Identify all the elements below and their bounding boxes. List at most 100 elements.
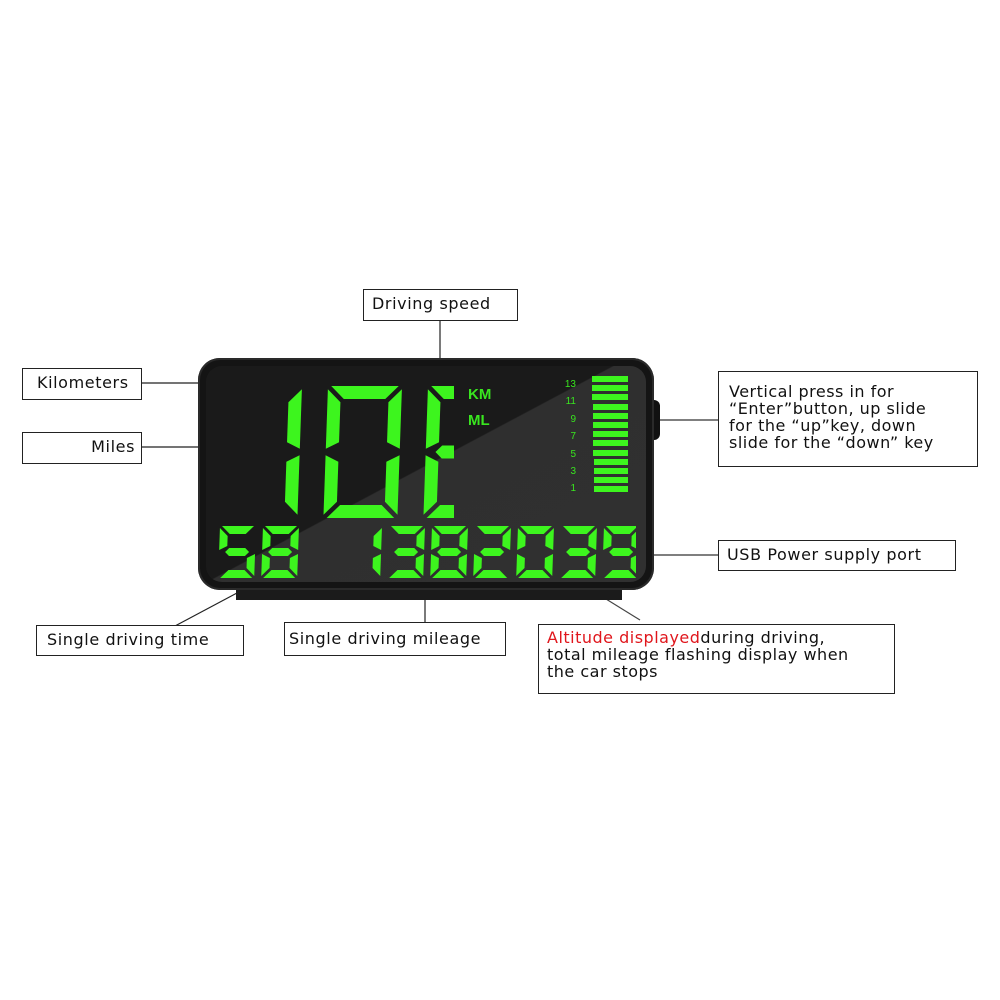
driving-mileage-digit (372, 528, 382, 576)
segment-f (262, 528, 271, 550)
segment-g (394, 548, 419, 556)
segment-g (609, 548, 634, 556)
segment-c (372, 554, 382, 576)
level-bar (592, 385, 628, 392)
segment-f (517, 528, 526, 550)
speed-display (284, 386, 454, 518)
driving-time-digit (219, 526, 256, 578)
segment-a (222, 526, 254, 534)
bar-scale-tick: 13 (564, 379, 576, 390)
segment-b (287, 389, 302, 449)
segment-f (325, 389, 341, 449)
segment-f (603, 528, 612, 550)
level-bar (592, 403, 628, 410)
hud-screen: KM ML 13 11 9 7 5 3 1 (206, 366, 646, 582)
segment-e (323, 455, 339, 515)
segment-c (630, 554, 636, 576)
callout-single-driving-mileage: Single driving mileage (284, 622, 506, 656)
bottom-display (219, 526, 636, 578)
button-line-3: for the “up”key, down (729, 416, 917, 435)
unit-ml-label: ML (468, 412, 490, 429)
level-bar (592, 376, 628, 382)
segment-a (563, 526, 595, 534)
level-bar (592, 394, 628, 401)
altitude-line-3: the car stops (547, 662, 658, 681)
driving-mileage-digit (430, 526, 468, 578)
bar-scale-tick: 3 (570, 466, 576, 477)
hud-device: KM ML 13 11 9 7 5 3 1 (198, 358, 654, 590)
segment-g (268, 548, 293, 556)
button-line-2: “Enter”button, up slide (729, 399, 927, 418)
altitude-digit (516, 526, 554, 578)
segment-a (606, 526, 636, 534)
level-bar (592, 412, 628, 419)
button-line-4: slide for the “down” key (729, 433, 934, 452)
segment-c (284, 455, 300, 515)
speed-digit (284, 389, 302, 515)
callout-miles: Miles (22, 432, 142, 464)
segment-a (434, 526, 466, 534)
segment-g (225, 548, 250, 556)
callout-altitude: Altitude displayedduring driving, total … (538, 624, 895, 694)
level-bar (593, 468, 628, 474)
segment-f (431, 528, 440, 550)
segment-d (475, 570, 508, 578)
segment-e (423, 455, 439, 515)
segment-a (391, 526, 423, 534)
level-bar (592, 422, 628, 428)
speed-digit (423, 386, 454, 518)
segment-c (458, 554, 468, 576)
segment-b (387, 389, 402, 449)
segment-a (477, 526, 509, 534)
segment-c (289, 554, 299, 576)
segment-c (544, 554, 554, 576)
level-bar (593, 458, 628, 465)
segment-g (437, 548, 462, 556)
segment-g (435, 445, 454, 459)
segment-d (263, 570, 296, 578)
level-bar (593, 477, 628, 484)
bar-scale-tick: 5 (570, 448, 576, 460)
speed-digit (323, 386, 402, 518)
segment-d (604, 570, 636, 578)
segment-c (246, 554, 256, 576)
button-line-1: Vertical press in for (729, 382, 895, 401)
segment-c (415, 554, 425, 576)
segment-g (566, 548, 591, 556)
callout-single-driving-time: Single driving time (36, 625, 244, 656)
segment-f (219, 528, 228, 550)
level-bar (593, 431, 628, 438)
callout-driving-speed: Driving speed (363, 289, 518, 321)
driving-mileage-digit (389, 526, 425, 578)
driving-time-digit (261, 526, 299, 578)
callout-usb-port: USB Power supply port (718, 540, 956, 571)
segment-d (518, 570, 551, 578)
altitude-digit (473, 526, 511, 578)
segment-d (389, 570, 422, 578)
altitude-line-2: total mileage flashing display when (547, 645, 849, 664)
bar-scale-tick: 1 (570, 483, 576, 495)
segment-a (265, 526, 297, 534)
segment-d (432, 570, 465, 578)
segment-b (373, 528, 382, 550)
callout-kilometers: Kilometers (22, 368, 142, 400)
bar-scale-tick: 9 (570, 413, 576, 425)
unit-km-label: KM (468, 386, 492, 403)
bar-scale-tick: 11 (565, 396, 576, 408)
level-bar (593, 440, 628, 447)
bar-scale-tick: 7 (570, 431, 576, 443)
altitude-digit (603, 526, 636, 578)
segment-g (480, 548, 505, 556)
segment-c (384, 455, 400, 515)
segment-d (326, 505, 395, 518)
level-bar (594, 486, 628, 493)
segment-f (425, 389, 441, 449)
segment-a (331, 386, 399, 399)
callout-button: Vertical press in for “Enter”button, up … (718, 371, 978, 467)
segment-d (220, 570, 253, 578)
segment-c (587, 554, 597, 576)
segment-d (561, 570, 594, 578)
altitude-digit (561, 526, 597, 578)
segment-a (520, 526, 552, 534)
level-bar (593, 449, 628, 456)
